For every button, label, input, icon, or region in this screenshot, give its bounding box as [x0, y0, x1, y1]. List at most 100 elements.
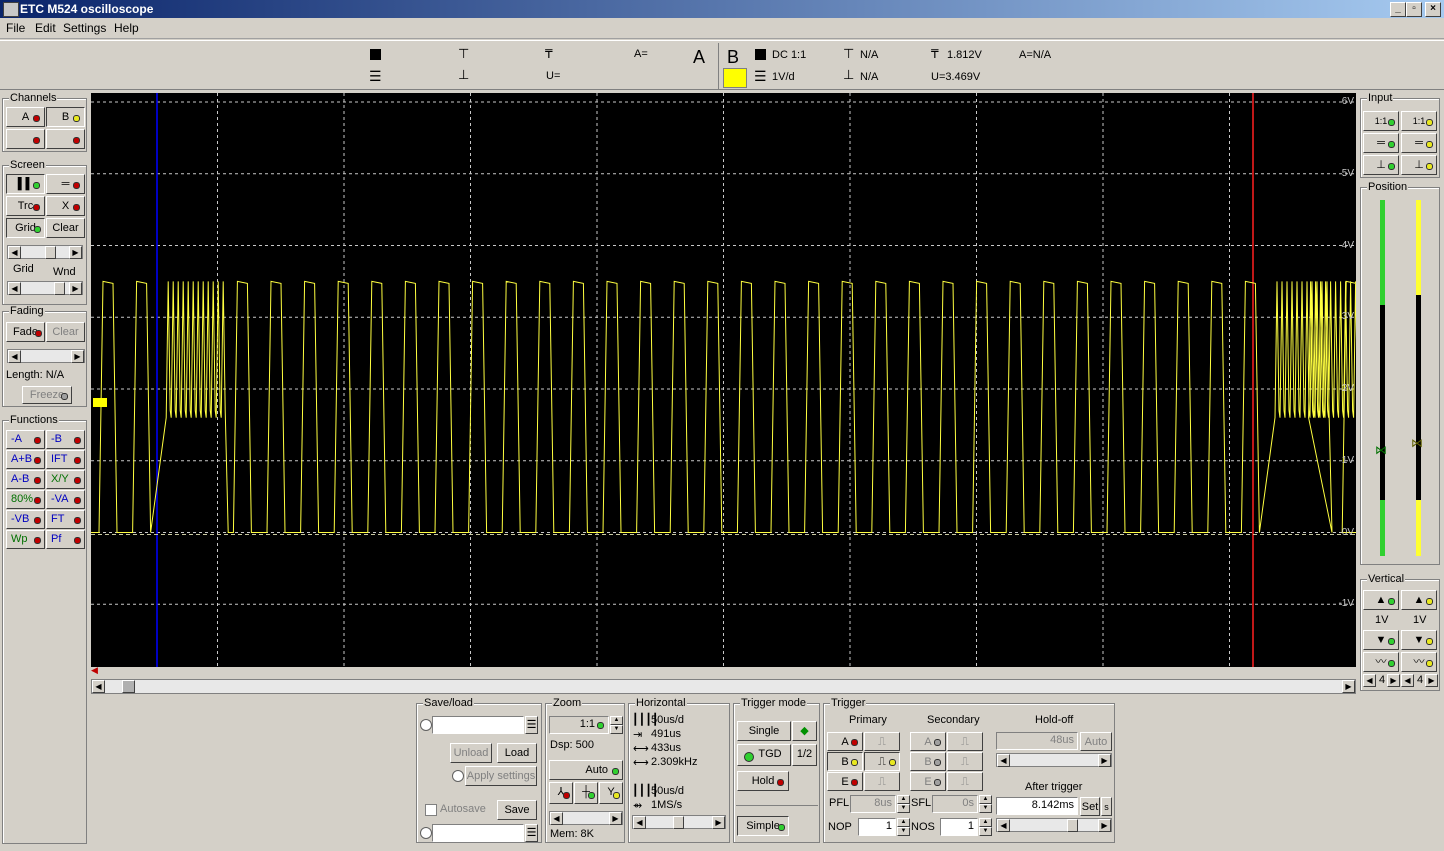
- spin-up-icon[interactable]: ▲: [897, 818, 910, 827]
- close-button[interactable]: ×: [1425, 2, 1441, 17]
- arrow-right-icon[interactable]: ▶: [1342, 680, 1355, 693]
- arrow-right-icon[interactable]: ▶: [71, 350, 84, 363]
- save-button[interactable]: Save: [497, 800, 537, 820]
- secondary-e-edge-button[interactable]: ⎍: [947, 772, 983, 791]
- menu-settings[interactable]: Settings: [63, 21, 106, 35]
- after-trigger-set-button[interactable]: Set: [1080, 797, 1100, 816]
- function-button[interactable]: Wp: [6, 530, 45, 549]
- function-button[interactable]: FT: [46, 510, 85, 529]
- scope-screen[interactable]: 6V 5V 4V 3V 2V 1V 0V -1V: [91, 93, 1356, 667]
- holdoff-slider[interactable]: ◀ ▶: [996, 753, 1112, 767]
- x-button[interactable]: X: [46, 196, 85, 216]
- slider-thumb[interactable]: [1067, 819, 1078, 832]
- arrow-right-icon[interactable]: ▶: [609, 812, 622, 825]
- spin-down-icon[interactable]: ▼: [610, 725, 623, 734]
- lines-button[interactable]: ═: [46, 174, 85, 194]
- save-browse-icon[interactable]: ☰: [525, 824, 538, 842]
- arrow-right-icon[interactable]: ▶: [69, 246, 82, 259]
- time-scrollbar[interactable]: ◀ ▶: [91, 679, 1356, 694]
- arrow-left-icon[interactable]: ◀: [997, 819, 1010, 832]
- vertical-a-up-button[interactable]: ▲: [1363, 590, 1399, 610]
- simple-button[interactable]: Simple: [737, 816, 789, 836]
- primary-a-button[interactable]: A: [827, 732, 863, 751]
- apply-radio[interactable]: [452, 770, 464, 782]
- gnd-b-button[interactable]: ⊥: [1401, 155, 1437, 175]
- apply-settings-button[interactable]: Apply settings: [465, 766, 537, 786]
- primary-e-button[interactable]: E: [827, 772, 863, 791]
- function-button[interactable]: X/Y: [46, 470, 85, 489]
- function-button[interactable]: -A: [6, 430, 45, 449]
- half-button[interactable]: 1/2: [792, 744, 817, 766]
- save-file-input[interactable]: [432, 824, 524, 842]
- load-radio[interactable]: [420, 719, 432, 731]
- spin-down-icon[interactable]: ▼: [897, 804, 910, 813]
- arrow-left-icon[interactable]: ◀: [997, 754, 1010, 767]
- secondary-b-edge-button[interactable]: ⎍: [947, 752, 983, 771]
- spin-up-icon[interactable]: ▲: [979, 818, 992, 827]
- menu-help[interactable]: Help: [114, 21, 139, 35]
- vertical-a-down-button[interactable]: ▼: [1363, 630, 1399, 650]
- position-a-track[interactable]: [1380, 200, 1385, 556]
- nop-input[interactable]: 1: [858, 818, 896, 836]
- dc-b-button[interactable]: ═: [1401, 133, 1437, 153]
- trigger-arm-icon[interactable]: ◆: [792, 721, 817, 741]
- secondary-a-button[interactable]: A: [910, 732, 946, 751]
- arrow-right-icon[interactable]: ▶: [712, 816, 725, 829]
- timebase-slider[interactable]: ◀ ▶: [632, 815, 726, 829]
- function-button[interactable]: -VB: [6, 510, 45, 529]
- spin-down-icon[interactable]: ▼: [897, 827, 910, 836]
- position-b-track[interactable]: [1416, 200, 1421, 556]
- zoom-ratio-field[interactable]: 1:1: [549, 716, 609, 734]
- hold-button[interactable]: Hold: [737, 771, 789, 791]
- load-button[interactable]: Load: [497, 743, 537, 763]
- arrow-left-icon[interactable]: ◀: [633, 816, 646, 829]
- grid-slider[interactable]: ◀ ▶: [7, 245, 83, 259]
- save-radio[interactable]: [420, 827, 432, 839]
- arrow-left-icon[interactable]: ◀: [1363, 674, 1376, 687]
- arrow-right-icon[interactable]: ▶: [69, 282, 82, 295]
- slider-thumb[interactable]: [45, 246, 56, 259]
- single-button[interactable]: Single: [737, 721, 791, 741]
- freeze-button[interactable]: Freeze: [22, 386, 72, 404]
- position-b-handle-icon[interactable]: ⋈: [1411, 436, 1423, 450]
- arrow-right-icon[interactable]: ▶: [1098, 819, 1111, 832]
- zoom-mode-2-button[interactable]: ┼: [574, 782, 598, 804]
- input-ratio-a-button[interactable]: 1:1: [1363, 111, 1399, 131]
- minimize-button[interactable]: _: [1390, 2, 1406, 17]
- trigger-position-bar[interactable]: ◀: [91, 665, 1356, 678]
- primary-b-button[interactable]: B: [827, 752, 863, 771]
- tgd-button[interactable]: TGD: [737, 744, 791, 766]
- zoom-mode-1-button[interactable]: ⅄: [549, 782, 573, 804]
- unload-button[interactable]: Unload: [450, 743, 492, 763]
- slider-thumb[interactable]: [54, 282, 65, 295]
- arrow-left-icon[interactable]: ◀: [8, 282, 21, 295]
- clear-button[interactable]: Clear: [46, 218, 85, 238]
- fade-clear-button[interactable]: Clear: [46, 322, 85, 342]
- arrow-left-icon[interactable]: ◀: [550, 812, 563, 825]
- dc-a-button[interactable]: ═: [1363, 133, 1399, 153]
- pfl-input[interactable]: 8us: [850, 795, 896, 813]
- arrow-left-icon[interactable]: ◀: [8, 246, 21, 259]
- arrow-right-icon[interactable]: ▶: [1387, 674, 1400, 687]
- channel-c-button[interactable]: [6, 129, 45, 149]
- channel-b-button[interactable]: B: [46, 107, 85, 127]
- arrow-right-icon[interactable]: ▶: [1425, 674, 1438, 687]
- secondary-a-edge-button[interactable]: ⎍: [947, 732, 983, 751]
- primary-a-edge-button[interactable]: ⎍: [864, 732, 900, 751]
- vertical-a-auto-button[interactable]: 〰: [1363, 652, 1399, 672]
- spin-up-icon[interactable]: ▲: [897, 795, 910, 804]
- wnd-slider[interactable]: ◀ ▶: [7, 281, 83, 295]
- after-trigger-input[interactable]: 8.142ms: [996, 797, 1078, 815]
- pause-button[interactable]: ▌▌: [6, 174, 45, 194]
- autosave-checkbox[interactable]: [425, 804, 437, 816]
- channel-b-color-swatch[interactable]: [723, 68, 747, 88]
- grid-button[interactable]: Grid: [6, 218, 45, 238]
- holdoff-auto-button[interactable]: Auto: [1080, 732, 1112, 751]
- channel-d-button[interactable]: [46, 129, 85, 149]
- restore-button[interactable]: ▫: [1406, 2, 1422, 17]
- spin-down-icon[interactable]: ▼: [979, 827, 992, 836]
- arrow-left-icon[interactable]: ◀: [8, 350, 21, 363]
- function-button[interactable]: Pf: [46, 530, 85, 549]
- function-button[interactable]: A+B: [6, 450, 45, 469]
- after-trigger-unit-button[interactable]: s: [1101, 797, 1112, 816]
